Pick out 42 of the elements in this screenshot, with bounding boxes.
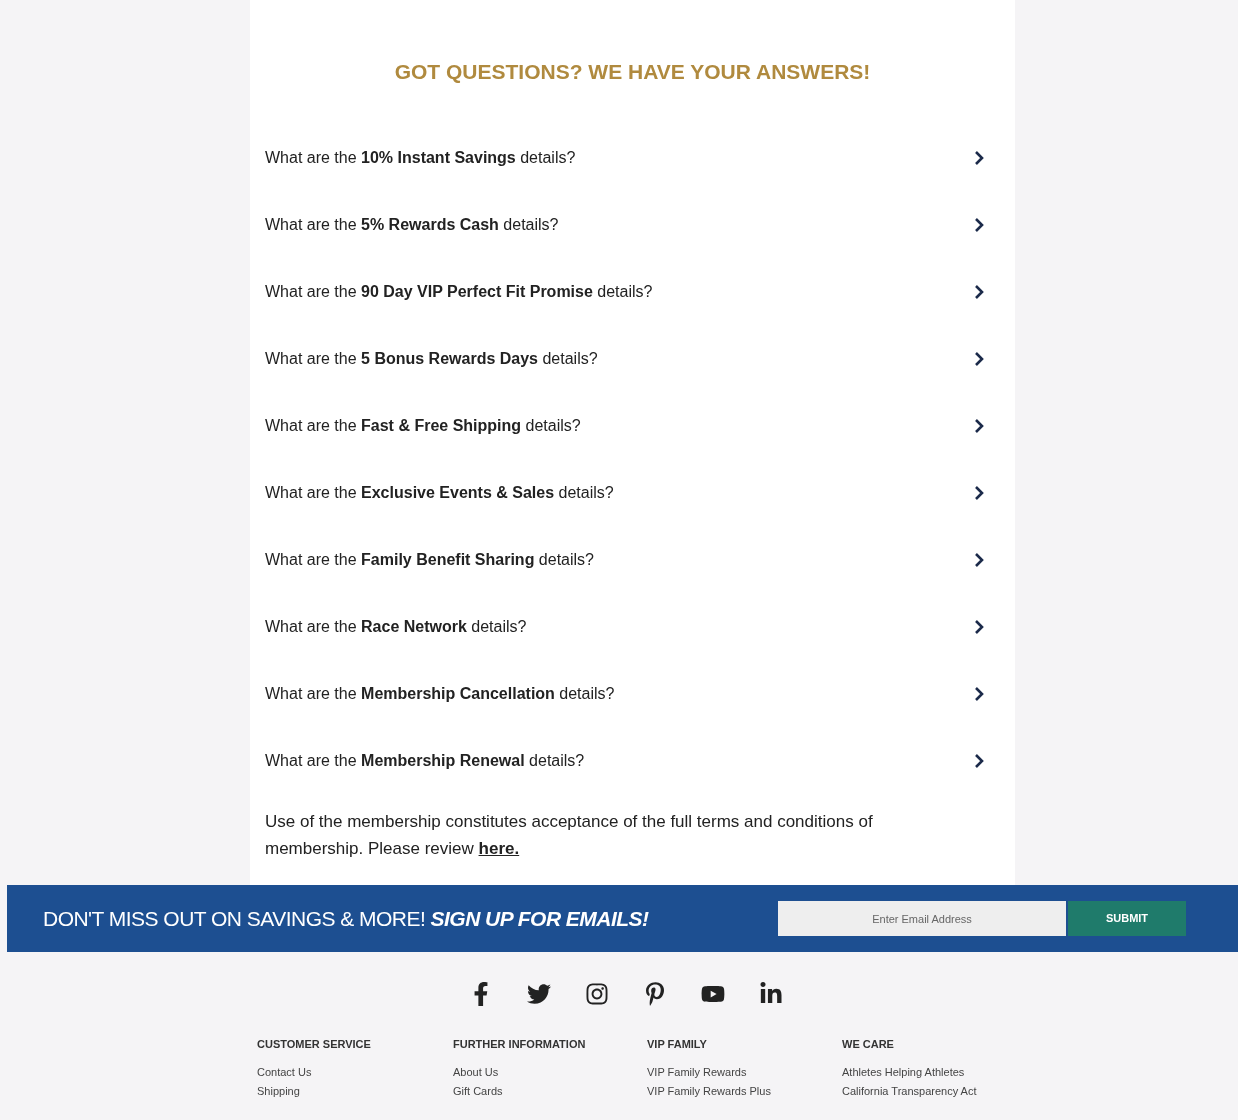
footer-link[interactable]: Athletes Helping Athletes xyxy=(842,1062,1042,1082)
footer-heading: FURTHER INFORMATION xyxy=(453,1037,587,1052)
faq-question[interactable]: What are the 10% Instant Savings details? xyxy=(265,124,985,191)
chevron-icon xyxy=(973,283,985,300)
pinterest-icon[interactable] xyxy=(643,982,667,1006)
faq-question[interactable]: What are the Race Network details? xyxy=(265,593,985,660)
chevron-icon xyxy=(973,752,985,769)
faq-question[interactable]: What are the Exclusive Events & Sales details? xyxy=(265,459,985,526)
instagram-icon[interactable] xyxy=(585,982,609,1006)
footer-heading: CUSTOMER SERVICE xyxy=(257,1037,372,1052)
footer-link[interactable]: VIP Family Rewards Plus xyxy=(647,1081,842,1101)
faq-question[interactable]: What are the 90 Day VIP Perfect Fit Promise details? xyxy=(265,258,985,325)
submit-button[interactable]: SUBMIT xyxy=(1068,901,1186,936)
footer-link[interactable]: California Transparency Act xyxy=(842,1081,1042,1101)
chevron-icon xyxy=(973,685,985,702)
chevron-icon xyxy=(973,216,985,233)
footer-link[interactable]: VIP Family Rewards xyxy=(647,1062,842,1082)
chevron-icon xyxy=(973,417,985,434)
faq-question[interactable]: What are the 5% Rewards Cash details? xyxy=(265,191,985,258)
faq-question[interactable]: What are the Membership Renewal details? xyxy=(265,727,985,794)
footer-link[interactable]: About Us xyxy=(453,1062,647,1082)
faq-question[interactable]: What are the Family Benefit Sharing details? xyxy=(265,526,985,593)
chevron-icon xyxy=(973,484,985,501)
faq-question[interactable]: What are the 5 Bonus Rewards Days details? xyxy=(265,325,985,392)
signup-text: DON'T MISS OUT ON SAVINGS & MORE! SIGN UP FOR EMAILS! xyxy=(43,905,650,932)
terms-text: Use of the membership constitutes acceptance of the full terms and conditions of membership. Please review here. xyxy=(265,811,874,860)
chevron-icon xyxy=(973,149,985,166)
footer-heading: VIP FAMILY xyxy=(647,1037,708,1052)
twitter-icon[interactable] xyxy=(527,982,551,1006)
footer-heading: WE CARE xyxy=(842,1037,895,1052)
footer-link[interactable]: Gift Cards xyxy=(453,1081,647,1101)
chevron-icon xyxy=(973,618,985,635)
faq-question[interactable]: What are the Membership Cancellation details? xyxy=(265,660,985,727)
footer-link[interactable]: Shipping xyxy=(257,1081,453,1101)
chevron-icon xyxy=(973,551,985,568)
faq-title: GOT QUESTIONS? WE HAVE YOUR ANSWERS! xyxy=(393,59,872,85)
footer-link[interactable]: Contact Us xyxy=(257,1062,453,1082)
faq-question[interactable]: What are the Fast & Free Shipping details? xyxy=(265,392,985,459)
chevron-icon xyxy=(973,350,985,367)
terms-link[interactable]: here. xyxy=(478,839,520,858)
linkedin-icon[interactable] xyxy=(759,982,783,1006)
email-field[interactable]: Enter Email Address xyxy=(778,901,1066,936)
